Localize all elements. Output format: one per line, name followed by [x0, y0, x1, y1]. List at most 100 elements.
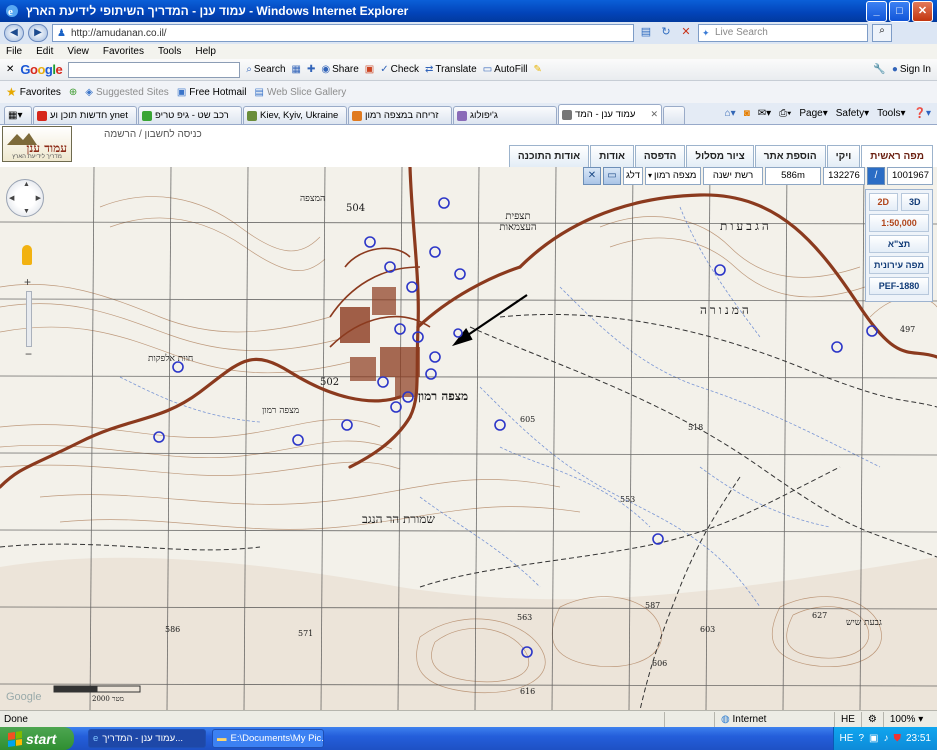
window-title: עמוד ענן - המדריך השיתופי לידיעת הארץ - … [26, 4, 409, 18]
sign-in-button[interactable]: ● Sign In [892, 64, 931, 75]
city-map-button[interactable]: מפה עירונית [869, 256, 929, 274]
view-3d-button[interactable]: 3D [900, 193, 929, 211]
site-favicon-icon: ♟ [57, 27, 66, 39]
view-2d-button[interactable]: 2D [869, 193, 898, 211]
nav-about-software[interactable]: אודות התוכנה [508, 145, 590, 167]
zoom-in-button[interactable]: + [24, 275, 31, 289]
site-logo[interactable]: עמוד ענן מדריך לידיעת הארץ [2, 126, 72, 162]
zoom-level[interactable]: 100% ▾ [882, 711, 929, 727]
menu-help[interactable]: Help [195, 44, 216, 59]
new-tab-button[interactable] [663, 106, 685, 124]
check-button[interactable]: ✓ Check [380, 64, 419, 75]
translate-button[interactable]: ⇄ Translate [425, 64, 477, 75]
free-hotmail-link[interactable]: ▣ Free Hotmail [177, 87, 247, 98]
internet-zone[interactable]: ◍ Internet [714, 711, 834, 727]
toolbar-close-icon[interactable]: ✕ [6, 64, 14, 75]
feeds-icon[interactable]: ◙ [744, 108, 750, 119]
google-news-icon[interactable]: ▦ [292, 64, 301, 75]
tray-icon-volume[interactable]: ♪ [883, 733, 888, 744]
pan-control[interactable]: ▲ ▼ ◀ ▶ [6, 179, 44, 217]
browser-tab-2[interactable]: רכב שט - גיפ טריפ [138, 106, 242, 124]
url-field[interactable]: ♟ http://amudanan.co.il/ [52, 24, 634, 42]
layer-select[interactable]: רשת ישנה [703, 167, 763, 185]
ie-logo-icon: e [6, 5, 18, 18]
compat-view-icon[interactable]: ▤ [638, 25, 654, 41]
topographic-map[interactable]: מצפה רמון מצפה רמון שמורת הר הנגב המנורה… [0, 167, 937, 710]
home-icon[interactable]: ⌂▾ [725, 108, 736, 119]
add-favorite-icon[interactable]: ⊕ [69, 87, 77, 98]
nav-wiki[interactable]: ויקי [826, 145, 861, 167]
place-select[interactable]: ▾ מצפה רמון [645, 167, 701, 185]
browser-tab-3[interactable]: Kiev, Kyiv, Ukraine [243, 106, 347, 124]
live-search-input[interactable]: Live Search [698, 24, 868, 42]
tab-favicon-icon [562, 109, 572, 120]
map-canvas [0, 167, 937, 710]
map-scale-button[interactable]: 1:50,000 [869, 214, 929, 232]
zoom-out-button[interactable]: − [25, 347, 32, 361]
nav-main-map[interactable]: מפה ראשית [861, 145, 933, 167]
google-plus-icon[interactable]: ✚ [307, 64, 315, 75]
nav-draw-route[interactable]: ציור מסלול [686, 145, 754, 167]
tools-menu[interactable]: Tools▾ [877, 108, 905, 119]
protected-mode-icon[interactable]: ⚙ [860, 711, 883, 727]
stop-icon[interactable]: ✕ [678, 25, 694, 41]
pef-map-button[interactable]: PEF-1880 [869, 277, 929, 295]
menu-tools[interactable]: Tools [158, 44, 181, 59]
forward-button[interactable]: ▶ [28, 24, 48, 42]
taskbar-item-explorer[interactable]: ▬ E:\Documents\My Pic... [212, 729, 324, 748]
nav-print[interactable]: הדפסה [634, 145, 686, 167]
login-link[interactable]: כניסה לחשבון / הרשמה [104, 129, 202, 140]
tray-icon-network[interactable]: ▣ [869, 733, 878, 744]
folder-icon[interactable]: ▭ [603, 167, 621, 185]
favorites-button[interactable]: ★ Favorites [6, 85, 61, 99]
web-slice-gallery-link[interactable]: ▤ Web Slice Gallery [255, 87, 347, 98]
browser-tab-1[interactable]: חדשות תוכן וע ynet [33, 106, 137, 124]
tray-icon-shield[interactable]: ⛊ [893, 733, 901, 744]
google-search-input[interactable] [68, 61, 241, 78]
close-button[interactable]: ✕ [912, 0, 933, 22]
menu-edit[interactable]: Edit [36, 44, 53, 59]
search-go-button[interactable]: ⌕ [872, 24, 892, 42]
coord-x-field[interactable]: 1001967 [887, 167, 933, 185]
menu-favorites[interactable]: Favorites [103, 44, 144, 59]
autofill-button[interactable]: ▭ AutoFill [483, 64, 528, 75]
tray-lang[interactable]: HE [840, 733, 854, 744]
nav-add-site[interactable]: הוספת אתר [754, 145, 826, 167]
share-button[interactable]: ◉ Share [321, 64, 358, 75]
browser-tab-4[interactable]: זריחה במצפה רמון [348, 106, 452, 124]
back-button[interactable]: ◀ [4, 24, 24, 42]
page-menu[interactable]: Page▾ [799, 108, 827, 119]
taskbar-item-ie[interactable]: e עמוד ענן - המדריך... [88, 729, 206, 748]
zoom-slider[interactable] [26, 291, 32, 347]
print-icon[interactable]: ⎙▾ [779, 108, 791, 119]
wrench-icon[interactable]: 🔧 [873, 64, 885, 75]
browser-tabs: ▦▾ חדשות תוכן וע ynet רכב שט - גיפ טריפ … [0, 103, 937, 125]
menu-file[interactable]: File [6, 44, 22, 59]
start-button[interactable]: start [0, 727, 74, 750]
maximize-button[interactable]: □ [889, 0, 910, 22]
coord-separator-button[interactable]: / [867, 167, 885, 185]
google-search-button[interactable]: ⌕ Search [246, 64, 285, 75]
go-button[interactable]: דלג [623, 167, 643, 185]
coord-y-field[interactable]: 132276 [823, 167, 865, 185]
tab-close-icon[interactable]: ✕ [650, 109, 658, 120]
height-label: 563 [517, 613, 533, 622]
mail-icon[interactable]: ✉▾ [758, 108, 771, 119]
menu-view[interactable]: View [67, 44, 89, 59]
safety-menu[interactable]: Safety▾ [836, 108, 869, 119]
clear-icon[interactable]: ✕ [583, 167, 601, 185]
suggested-sites-link[interactable]: ◈ Suggested Sites [85, 87, 169, 98]
popup-blocker-icon[interactable]: ▣ [365, 64, 374, 75]
browser-tab-active[interactable]: עמוד ענן - המד ✕ [558, 104, 662, 124]
highlight-icon[interactable]: ✎ [534, 64, 542, 75]
street-view-pegman-icon[interactable] [22, 245, 32, 265]
help-icon[interactable]: ❓▾ [914, 108, 931, 119]
tray-icon-help[interactable]: ? [858, 733, 864, 744]
height-label: 502 [320, 377, 340, 388]
tab-quick-tabs[interactable]: ▦▾ [4, 106, 32, 124]
aerial-photo-button[interactable]: תצ"א [869, 235, 929, 253]
nav-about[interactable]: אודות [590, 145, 634, 167]
minimize-button[interactable]: _ [866, 0, 887, 22]
refresh-icon[interactable]: ↻ [658, 25, 674, 41]
browser-tab-5[interactable]: ג'יפולוג [453, 106, 557, 124]
